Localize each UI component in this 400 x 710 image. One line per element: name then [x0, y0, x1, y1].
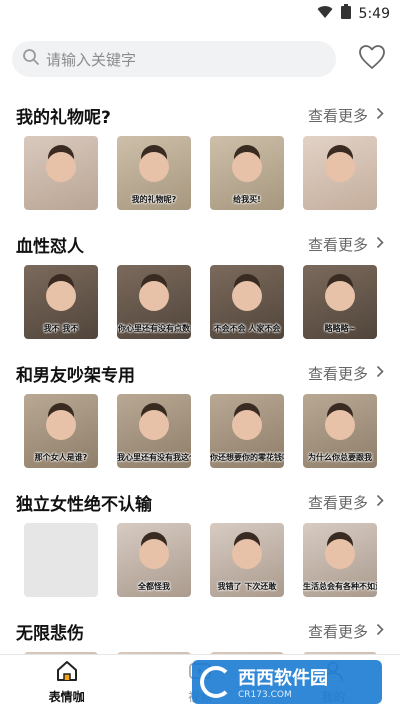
sticker-row: 我的礼物呢? 给我买! [24, 136, 377, 210]
sticker-row: 全都怪我 我错了 下次还敢 生活总会有各种不如意 [24, 523, 377, 597]
child-face-image [232, 410, 262, 441]
search-row: 请输入关键字 [12, 41, 388, 77]
sticker-thumbnail[interactable]: 我心里还有没有我这个小宝贝? [117, 394, 191, 468]
sticker-thumbnail[interactable]: 我的礼物呢? [117, 136, 191, 210]
child-face-image [139, 281, 169, 312]
tab-label: 表情咖 [48, 690, 85, 704]
home-icon [55, 660, 79, 686]
sticker-caption: 我不 我不 [43, 324, 79, 333]
sticker-row: 我不 我不 你心里还有没有点数 不会不会 人家不会 略略略~ [24, 265, 377, 339]
status-right: 5:49 [317, 4, 390, 23]
see-more-link[interactable]: 查看更多 [308, 105, 384, 126]
section-header: 无限悲伤 查看更多 [16, 619, 384, 644]
section-title: 无限悲伤 [16, 623, 84, 644]
sticker-thumbnail[interactable] [303, 136, 377, 210]
section-title: 独立女性绝不认输 [16, 494, 152, 515]
see-more-label: 查看更多 [307, 364, 368, 383]
sticker-caption: 我错了 下次还敢 [217, 582, 277, 591]
favorites-button[interactable] [356, 43, 388, 75]
category-section: 独立女性绝不认输 查看更多 全都怪我 我错了 下次还敢 生活总会有各种不如意 [0, 482, 400, 611]
category-section: 血性怼人 查看更多 我不 我不 你心里还有没有点数 不会不会 人家不会 略略略~ [0, 224, 400, 353]
sticker-categories: 我的礼物呢? 查看更多 我的礼物呢? 给我买! 血性怼人 查看更多 我不 我不 … [0, 95, 400, 655]
see-more-link[interactable]: 查看更多 [308, 363, 384, 384]
see-more-label: 查看更多 [307, 622, 368, 641]
section-header: 独立女性绝不认输 查看更多 [16, 490, 384, 515]
wifi-icon [317, 4, 333, 23]
sticker-caption: 不会不会 人家不会 [213, 324, 281, 333]
search-input[interactable]: 请输入关键字 [12, 41, 336, 77]
sticker-thumbnail-placeholder[interactable] [24, 523, 98, 597]
child-face-image [139, 539, 169, 570]
sticker-row: 那个女人是谁? 我心里还有没有我这个小宝贝? 你还想要你的零花钱吗 为什么你总要… [24, 394, 377, 468]
sticker-thumbnail[interactable]: 略略略~ [303, 265, 377, 339]
child-face-image [325, 539, 355, 570]
tab-stickers[interactable]: 表情咖 [0, 655, 133, 710]
child-face-image [325, 152, 355, 183]
sticker-caption: 那个女人是谁? [34, 453, 88, 462]
sticker-caption: 给我买! [233, 195, 261, 204]
battery-icon [340, 4, 351, 23]
see-more-link[interactable]: 查看更多 [308, 234, 384, 255]
status-time: 5:49 [358, 5, 390, 22]
sticker-thumbnail[interactable] [24, 136, 98, 210]
child-face-image [232, 152, 262, 183]
see-more-link[interactable]: 查看更多 [308, 492, 384, 513]
child-face-image [325, 410, 355, 441]
status-bar: 5:49 [0, 0, 400, 26]
chevron-right-icon [376, 364, 384, 382]
child-face-image [46, 281, 76, 312]
sticker-caption: 你心里还有没有点数 [118, 324, 190, 333]
see-more-label: 查看更多 [307, 235, 368, 254]
sticker-thumbnail[interactable]: 不会不会 人家不会 [210, 265, 284, 339]
child-face-image [46, 152, 76, 183]
sticker-thumbnail[interactable]: 我不 我不 [24, 265, 98, 339]
child-face-image [46, 410, 76, 441]
chevron-right-icon [376, 622, 384, 640]
child-face-image [232, 539, 262, 570]
heart-outline-icon [358, 44, 386, 74]
sticker-thumbnail[interactable]: 那个女人是谁? [24, 394, 98, 468]
sticker-thumbnail[interactable]: 全都怪我 [117, 523, 191, 597]
child-face-image [232, 281, 262, 312]
see-more-label: 查看更多 [307, 106, 368, 125]
sticker-caption: 你还想要你的零花钱吗 [210, 453, 284, 462]
sticker-thumbnail[interactable]: 给我买! [210, 136, 284, 210]
section-title: 和男友吵架专用 [16, 365, 135, 386]
category-section: 无限悲伤 查看更多 [0, 611, 400, 655]
sticker-caption: 略略略~ [324, 324, 356, 333]
site-watermark: 西西软件园 CR173.COM [192, 660, 382, 704]
sticker-caption: 生活总会有各种不如意 [303, 582, 377, 591]
child-face-image [325, 281, 355, 312]
sticker-caption: 为什么你总要跟我 [308, 453, 372, 462]
watermark-subtitle: CR173.COM [238, 690, 292, 700]
sticker-caption: 全都怪我 [138, 582, 170, 591]
watermark-title: 西西软件园 [238, 668, 328, 689]
section-header: 和男友吵架专用 查看更多 [16, 361, 384, 386]
sticker-thumbnail[interactable]: 为什么你总要跟我 [303, 394, 377, 468]
sticker-thumbnail[interactable]: 你还想要你的零花钱吗 [210, 394, 284, 468]
see-more-link[interactable]: 查看更多 [308, 621, 384, 642]
category-section: 和男友吵架专用 查看更多 那个女人是谁? 我心里还有没有我这个小宝贝? 你还想要… [0, 353, 400, 482]
sticker-caption: 我的礼物呢? [131, 195, 177, 204]
chevron-right-icon [376, 493, 384, 511]
section-title: 我的礼物呢? [16, 107, 111, 128]
watermark-logo-icon [200, 666, 232, 698]
child-face-image [139, 410, 169, 441]
search-icon [22, 48, 40, 70]
chevron-right-icon [376, 235, 384, 253]
section-header: 我的礼物呢? 查看更多 [16, 103, 384, 128]
search-placeholder: 请输入关键字 [46, 50, 137, 69]
category-section: 我的礼物呢? 查看更多 我的礼物呢? 给我买! [0, 95, 400, 224]
sticker-caption: 我心里还有没有我这个小宝贝? [117, 453, 191, 462]
section-header: 血性怼人 查看更多 [16, 232, 384, 257]
sticker-thumbnail[interactable]: 生活总会有各种不如意 [303, 523, 377, 597]
chevron-right-icon [376, 106, 384, 124]
sticker-thumbnail[interactable]: 我错了 下次还敢 [210, 523, 284, 597]
watermark-text: 西西软件园 CR173.COM [238, 664, 328, 700]
section-title: 血性怼人 [16, 236, 84, 257]
sticker-thumbnail[interactable]: 你心里还有没有点数 [117, 265, 191, 339]
child-face-image [139, 152, 169, 183]
see-more-label: 查看更多 [307, 493, 368, 512]
